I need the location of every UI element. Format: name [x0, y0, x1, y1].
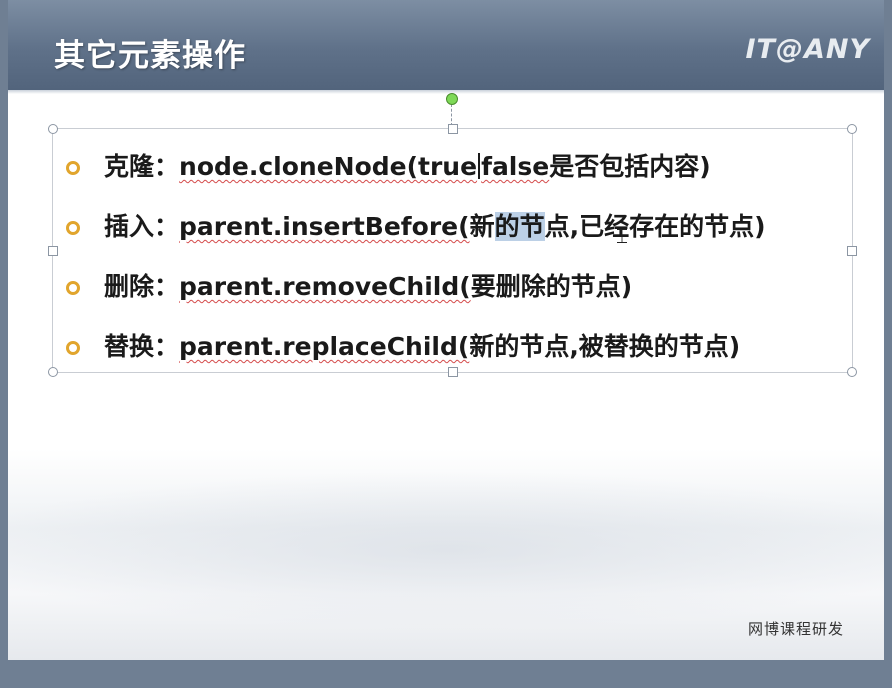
bullet-label: 删除： — [104, 272, 180, 301]
slide-title[interactable]: 其它元素操作 — [54, 30, 246, 75]
ring-bullet-icon — [66, 281, 80, 295]
bullet-code: node.cloneNode(true — [179, 152, 478, 181]
bullet-rest: 点,已经存在的节点) — [544, 212, 766, 241]
resize-handle-left[interactable] — [48, 246, 58, 256]
rotate-handle-line — [451, 104, 452, 126]
bullet-item-insert[interactable]: 插入：parent.insertBefore(新的节点,已经存在的节点) — [66, 205, 856, 265]
rotate-handle[interactable] — [446, 93, 458, 105]
resize-handle-bottom-left[interactable] — [48, 367, 58, 377]
resize-handle-top-right[interactable] — [847, 124, 857, 134]
background-wave — [8, 470, 884, 630]
ring-bullet-icon — [66, 221, 80, 235]
ring-bullet-icon — [66, 161, 80, 175]
bullet-label: 克隆： — [104, 152, 180, 181]
bullet-list[interactable]: 克隆：node.cloneNode(true false是否包括内容) 插入：pa… — [66, 145, 856, 385]
bullet-item-remove[interactable]: 删除：parent.removeChild(要删除的节点) — [66, 265, 856, 325]
text-selection[interactable]: 的节 — [494, 212, 545, 241]
ring-bullet-icon — [66, 341, 80, 355]
bullet-rest: 新的节点,被替换的节点) — [469, 332, 741, 361]
bullet-code: parent.insertBefore( — [179, 212, 470, 241]
bullet-rest: 要删除的节点) — [470, 272, 633, 301]
bullet-label: 替换： — [104, 332, 180, 361]
brand-logo: IT@ANY — [745, 34, 870, 65]
slide-header: 其它元素操作 IT@ANY — [8, 0, 884, 90]
resize-handle-top-left[interactable] — [48, 124, 58, 134]
text-caret — [478, 153, 481, 179]
i-beam-cursor-icon: ⌶ — [616, 224, 628, 248]
bullet-code: parent.replaceChild( — [179, 332, 470, 361]
bullet-code-after-caret: false — [481, 152, 550, 181]
bullet-item-replace[interactable]: 替换：parent.replaceChild(新的节点,被替换的节点) — [66, 325, 856, 385]
bullet-rest-before-selection: 新 — [469, 212, 495, 241]
header-divider — [8, 90, 884, 94]
bullet-label: 插入： — [104, 212, 180, 241]
bullet-item-clone[interactable]: 克隆：node.cloneNode(true false是否包括内容) — [66, 145, 856, 205]
bullet-code: parent.removeChild( — [179, 272, 471, 301]
resize-handle-top[interactable] — [448, 124, 458, 134]
slide-canvas[interactable]: 其它元素操作 IT@ANY 克隆：node.cloneNode(true fals… — [8, 0, 884, 660]
bullet-rest: 是否包括内容) — [549, 152, 711, 181]
slide-footer: 网博课程研发 — [747, 620, 844, 638]
